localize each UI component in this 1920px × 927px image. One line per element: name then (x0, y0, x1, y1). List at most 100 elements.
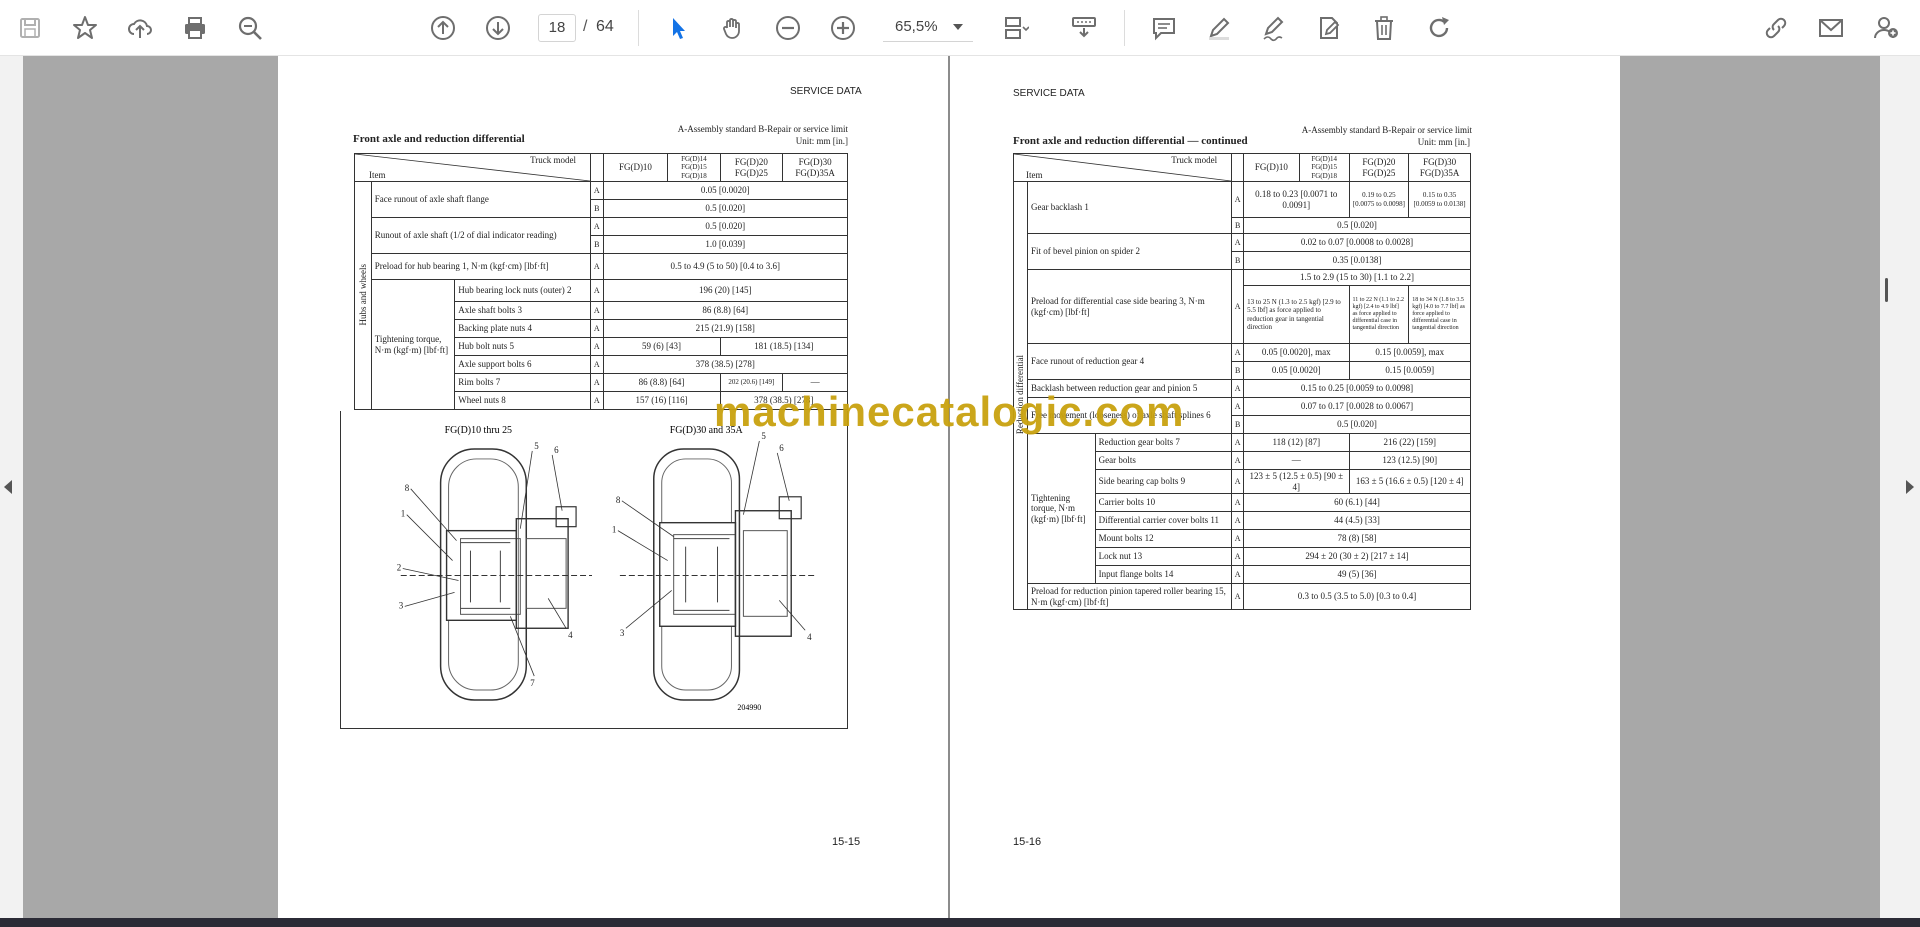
stamp-icon[interactable] (1065, 9, 1103, 47)
page-number-input[interactable]: 18 (538, 14, 576, 42)
label-a: A (590, 181, 604, 200)
spec-value: 86 (8.8) [64] (602, 373, 721, 392)
left-panel-toggle-icon[interactable] (4, 480, 12, 494)
svg-text:6: 6 (554, 445, 559, 455)
watermark: machinecatalogic.com (714, 388, 1185, 435)
spec-value: 0.35 [0.0138] (1243, 251, 1471, 270)
spec-item: Reduction gear bolts 7 (1094, 433, 1233, 452)
hand-tool-icon[interactable] (714, 9, 752, 47)
total-pages: 64 (596, 18, 614, 35)
spec-value: 157 (16) [116] (602, 391, 721, 410)
label-a: A (1231, 583, 1245, 610)
group-label: Hubs and wheels (357, 263, 368, 326)
spacer (1231, 153, 1244, 182)
model-header: FG(D)30 FG(D)35A (1408, 153, 1471, 182)
label-a: A (1231, 397, 1245, 416)
spec-value: 11 to 22 N (1.1 to 2.2 kgf) [2.4 to 4.9 … (1348, 285, 1410, 344)
spec-value: 0.19 to 0.25 [0.0075 to 0.0098] (1348, 181, 1410, 218)
svg-text:8: 8 (616, 495, 621, 505)
document-page-left: SERVICE DATA Front axle and reduction di… (278, 56, 948, 918)
spec-value: 0.02 to 0.07 [0.0008 to 0.0028] (1243, 233, 1471, 252)
standard-note: A-Assembly standard B-Repair or service … (677, 124, 848, 134)
highlight-pen-icon[interactable] (1200, 9, 1238, 47)
spec-item: Mount bolts 12 (1094, 529, 1233, 548)
section-title: Front axle and reduction differential — … (1013, 135, 1248, 147)
chevron-down-icon[interactable] (953, 24, 963, 30)
edit-document-icon[interactable] (1310, 9, 1348, 47)
label-b: B (1231, 251, 1245, 270)
spec-value: 60 (6.1) [44] (1243, 493, 1471, 512)
label-a: A (590, 279, 604, 302)
delete-icon[interactable] (1365, 9, 1403, 47)
spec-value: 0.5 [0.020] (602, 199, 849, 218)
spec-value: 215 (21.9) [158] (602, 319, 849, 338)
tightening-torque-label: Tightening torque, N·m (kgf·m) [lbf·ft] (1026, 433, 1096, 584)
model-header: FG(D)14 FG(D)15 FG(D)18 (1298, 153, 1350, 182)
previous-page-icon[interactable] (424, 9, 462, 47)
mail-icon[interactable] (1812, 9, 1850, 47)
spec-value: 0.15 [0.0059], max (1348, 343, 1472, 362)
spec-value: 0.05 [0.0020] (1243, 361, 1350, 380)
redo-icon[interactable] (1420, 9, 1458, 47)
svg-text:4: 4 (807, 632, 812, 642)
next-page-icon[interactable] (479, 9, 517, 47)
zoom-out-icon[interactable] (769, 9, 807, 47)
select-arrow-icon[interactable] (659, 9, 697, 47)
model-header: FG(D)30 FG(D)35A (782, 153, 848, 182)
print-icon[interactable] (176, 9, 214, 47)
scrollbar-thumb[interactable] (1885, 278, 1888, 302)
svg-text:6: 6 (779, 443, 784, 453)
spec-value: 13 to 25 N (1.3 to 2.5 kgf) [2.9 to 5.5 … (1243, 285, 1350, 344)
spacer (590, 153, 604, 182)
spec-value: 0.5 [0.020] (602, 217, 849, 236)
spec-item: Gear bolts (1094, 451, 1233, 470)
zoom-in-icon[interactable] (824, 9, 862, 47)
unit-note: Unit: mm [in.] (795, 136, 848, 146)
spec-value: 196 (20) [145] (602, 279, 849, 302)
label-a: A (1231, 547, 1245, 566)
label-b: B (590, 235, 604, 254)
upload-cloud-icon[interactable] (121, 9, 159, 47)
spec-value: 49 (5) [36] (1243, 565, 1471, 584)
divider (1124, 10, 1125, 46)
spec-item: Runout of axle shaft (1/2 of dial indica… (370, 217, 592, 254)
spec-item: Fit of bevel pinion on spider 2 (1026, 233, 1233, 270)
bookmark-star-icon[interactable] (66, 9, 104, 47)
spec-value: 0.15 to 0.25 [0.0059 to 0.0098] (1243, 379, 1471, 398)
label-a: A (1231, 233, 1245, 252)
document-viewer[interactable]: SERVICE DATA Front axle and reduction di… (0, 56, 1920, 927)
label-b: B (1231, 361, 1245, 380)
right-panel-toggle-icon[interactable] (1906, 480, 1914, 494)
bottom-status-bar (0, 918, 1920, 927)
comment-icon[interactable] (1145, 9, 1183, 47)
sign-icon[interactable] (1255, 9, 1293, 47)
spec-value: 0.18 to 0.23 [0.0071 to 0.0091] (1243, 181, 1350, 218)
svg-text:1: 1 (612, 525, 616, 535)
svg-text:8: 8 (405, 483, 410, 493)
hub-assembly-drawing: FG(D)10 thru 25 FG(D)30 and 35A 8 1 2 3 … (397, 425, 818, 712)
model-header: FG(D)10 (1243, 153, 1300, 182)
save-icon[interactable] (11, 9, 49, 47)
share-link-icon[interactable] (1757, 9, 1795, 47)
spec-table-hubs: Truck model Item FG(D)10 FG(D)14 FG(D)15… (353, 153, 849, 410)
spec-item: Axle shaft bolts 3 (454, 301, 592, 320)
spec-item: Axle support bolts 6 (454, 355, 592, 374)
unit-note: Unit: mm [in.] (1417, 137, 1470, 147)
spec-item: Hub bearing lock nuts (outer) 2 (454, 279, 592, 302)
section-title: Front axle and reduction differential (353, 133, 525, 145)
add-user-icon[interactable] (1867, 9, 1905, 47)
label-a: A (590, 373, 604, 392)
label-a: A (590, 355, 604, 374)
spec-value: 181 (18.5) [134] (719, 337, 849, 356)
spec-value: 59 (6) [43] (602, 337, 721, 356)
spec-value: 86 (8.8) [64] (602, 301, 849, 320)
spec-item: Face runout of axle shaft flange (370, 181, 592, 218)
model-header: FG(D)14 FG(D)15 FG(D)18 (667, 153, 721, 182)
zoom-search-icon[interactable] (231, 9, 269, 47)
page-layout-icon[interactable] (996, 9, 1034, 47)
spec-item: Gear backlash 1 (1026, 181, 1233, 234)
spec-value: 0.5 [0.020] (1243, 415, 1471, 434)
spec-value: 216 (22) [159] (1348, 433, 1472, 452)
label-b: B (1231, 415, 1245, 434)
divider (638, 10, 639, 46)
